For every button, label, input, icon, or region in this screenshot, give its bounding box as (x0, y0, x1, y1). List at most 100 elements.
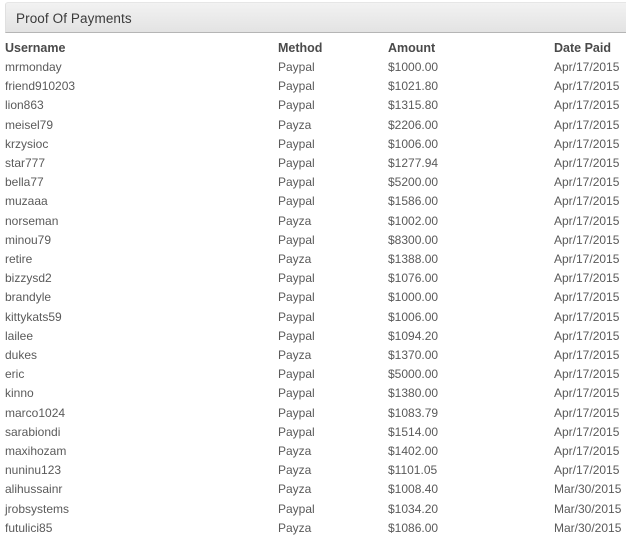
cell-date-paid: Apr/17/2015 (554, 156, 620, 171)
table-row: kinno Paypal $1380.00 Apr/17/2015 (0, 384, 626, 403)
table-row: muzaaa Paypal $1586.00 Apr/17/2015 (0, 192, 626, 211)
cell-username: kinno (5, 386, 34, 401)
cell-date-paid: Mar/30/2015 (554, 482, 622, 497)
cell-method: Payza (278, 117, 312, 132)
cell-amount: $5000.00 (388, 367, 439, 382)
table-row: alihussainr Payza $1008.40 Mar/30/2015 (0, 480, 626, 499)
table-row: friend910203 Paypal $1021.80 Apr/17/2015 (0, 77, 626, 96)
table-row: jrobsystems Paypal $1034.20 Mar/30/2015 (0, 500, 626, 519)
cell-amount: $1086.00 (388, 520, 439, 535)
cell-amount: $1006.00 (388, 136, 439, 151)
cell-amount: $1034.20 (388, 501, 439, 516)
cell-date-paid: Apr/17/2015 (554, 367, 620, 382)
table-row: minou79 Paypal $8300.00 Apr/17/2015 (0, 231, 626, 250)
cell-method: Paypal (278, 98, 315, 113)
cell-date-paid: Apr/17/2015 (554, 252, 620, 267)
cell-username: nuninu123 (5, 463, 62, 478)
cell-username: norseman (5, 213, 59, 228)
header-username: Username (5, 41, 66, 55)
cell-method: Paypal (278, 271, 315, 286)
cell-amount: $1370.00 (388, 348, 439, 363)
cell-amount: $1514.00 (388, 424, 439, 439)
cell-username: lailee (5, 328, 34, 343)
cell-amount: $1021.80 (388, 79, 439, 94)
cell-method: Paypal (278, 309, 315, 324)
cell-date-paid: Apr/17/2015 (554, 232, 620, 247)
cell-method: Paypal (278, 156, 315, 171)
header-amount: Amount (388, 41, 436, 55)
cell-username: minou79 (5, 232, 52, 247)
cell-amount: $1076.00 (388, 271, 439, 286)
cell-method: Paypal (278, 290, 315, 305)
cell-amount: $1094.20 (388, 328, 439, 343)
cell-amount: $1315.80 (388, 98, 439, 113)
cell-username: marco1024 (5, 405, 66, 420)
cell-date-paid: Apr/17/2015 (554, 309, 620, 324)
cell-date-paid: Apr/17/2015 (554, 290, 620, 305)
panel-title: Proof Of Payments (16, 11, 132, 26)
cell-amount: $1101.05 (388, 463, 438, 478)
cell-username: alihussainr (5, 482, 63, 497)
table-row: meisel79 Payza $2206.00 Apr/17/2015 (0, 116, 626, 135)
cell-username: jrobsystems (5, 501, 70, 516)
table-row: bella77 Paypal $5200.00 Apr/17/2015 (0, 173, 626, 192)
cell-username: muzaaa (5, 194, 48, 209)
table-row: star777 Paypal $1277.94 Apr/17/2015 (0, 154, 626, 173)
cell-method: Payza (278, 348, 312, 363)
table-row: eric Paypal $5000.00 Apr/17/2015 (0, 365, 626, 384)
header-date-paid: Date Paid (554, 41, 611, 55)
table-header-row: Username Method Amount Date Paid (0, 38, 626, 58)
cell-date-paid: Apr/17/2015 (554, 136, 620, 151)
cell-date-paid: Apr/17/2015 (554, 117, 620, 132)
table-body: mrmonday Paypal $1000.00 Apr/17/2015 friend9… (0, 58, 626, 538)
cell-method: Paypal (278, 79, 315, 94)
cell-method: Paypal (278, 367, 315, 382)
cell-method: Payza (278, 444, 312, 459)
cell-username: krzysioc (5, 136, 49, 151)
cell-date-paid: Apr/17/2015 (554, 194, 620, 209)
cell-date-paid: Apr/17/2015 (554, 213, 620, 228)
cell-amount: $1277.94 (388, 156, 439, 171)
cell-username: lion863 (5, 98, 44, 113)
cell-date-paid: Apr/17/2015 (554, 386, 620, 401)
header-method: Method (278, 41, 323, 55)
table-row: krzysioc Paypal $1006.00 Apr/17/2015 (0, 135, 626, 154)
cell-username: futulici85 (5, 520, 53, 535)
cell-method: Paypal (278, 136, 315, 151)
table-row: marco1024 Paypal $1083.79 Apr/17/2015 (0, 404, 626, 423)
table-row: brandyle Paypal $1000.00 Apr/17/2015 (0, 288, 626, 307)
table-row: kittykats59 Paypal $1006.00 Apr/17/2015 (0, 308, 626, 327)
cell-username: bizzysd2 (5, 271, 52, 286)
table-row: norseman Payza $1002.00 Apr/17/2015 (0, 212, 626, 231)
payments-table: Username Method Amount Date Paid mrmonda… (0, 38, 626, 538)
cell-method: Payza (278, 252, 312, 267)
cell-amount: $1008.40 (388, 482, 439, 497)
cell-date-paid: Apr/17/2015 (554, 60, 620, 74)
cell-method: Paypal (278, 405, 315, 420)
cell-date-paid: Apr/17/2015 (554, 444, 620, 459)
table-row: lion863 Paypal $1315.80 Apr/17/2015 (0, 96, 626, 115)
table-row: retire Payza $1388.00 Apr/17/2015 (0, 250, 626, 269)
cell-date-paid: Apr/17/2015 (554, 79, 620, 94)
cell-amount: $1402.00 (388, 444, 439, 459)
cell-username: retire (5, 252, 33, 267)
cell-date-paid: Apr/17/2015 (554, 463, 620, 478)
cell-method: Paypal (278, 194, 315, 209)
cell-date-paid: Apr/17/2015 (554, 271, 620, 286)
cell-username: sarabiondi (5, 424, 61, 439)
cell-amount: $1586.00 (388, 194, 439, 209)
cell-method: Paypal (278, 501, 315, 516)
table-row: bizzysd2 Paypal $1076.00 Apr/17/2015 (0, 269, 626, 288)
cell-method: Paypal (278, 424, 315, 439)
cell-username: maxihozam (5, 444, 67, 459)
cell-username: kittykats59 (5, 309, 62, 324)
cell-method: Paypal (278, 386, 315, 401)
cell-method: Payza (278, 463, 312, 478)
cell-amount: $1388.00 (388, 252, 439, 267)
cell-amount: $1000.00 (388, 290, 439, 305)
cell-username: dukes (5, 348, 38, 363)
cell-amount: $1006.00 (388, 309, 439, 324)
cell-date-paid: Apr/17/2015 (554, 98, 620, 113)
cell-username: star777 (5, 156, 46, 171)
cell-username: brandyle (5, 290, 52, 305)
